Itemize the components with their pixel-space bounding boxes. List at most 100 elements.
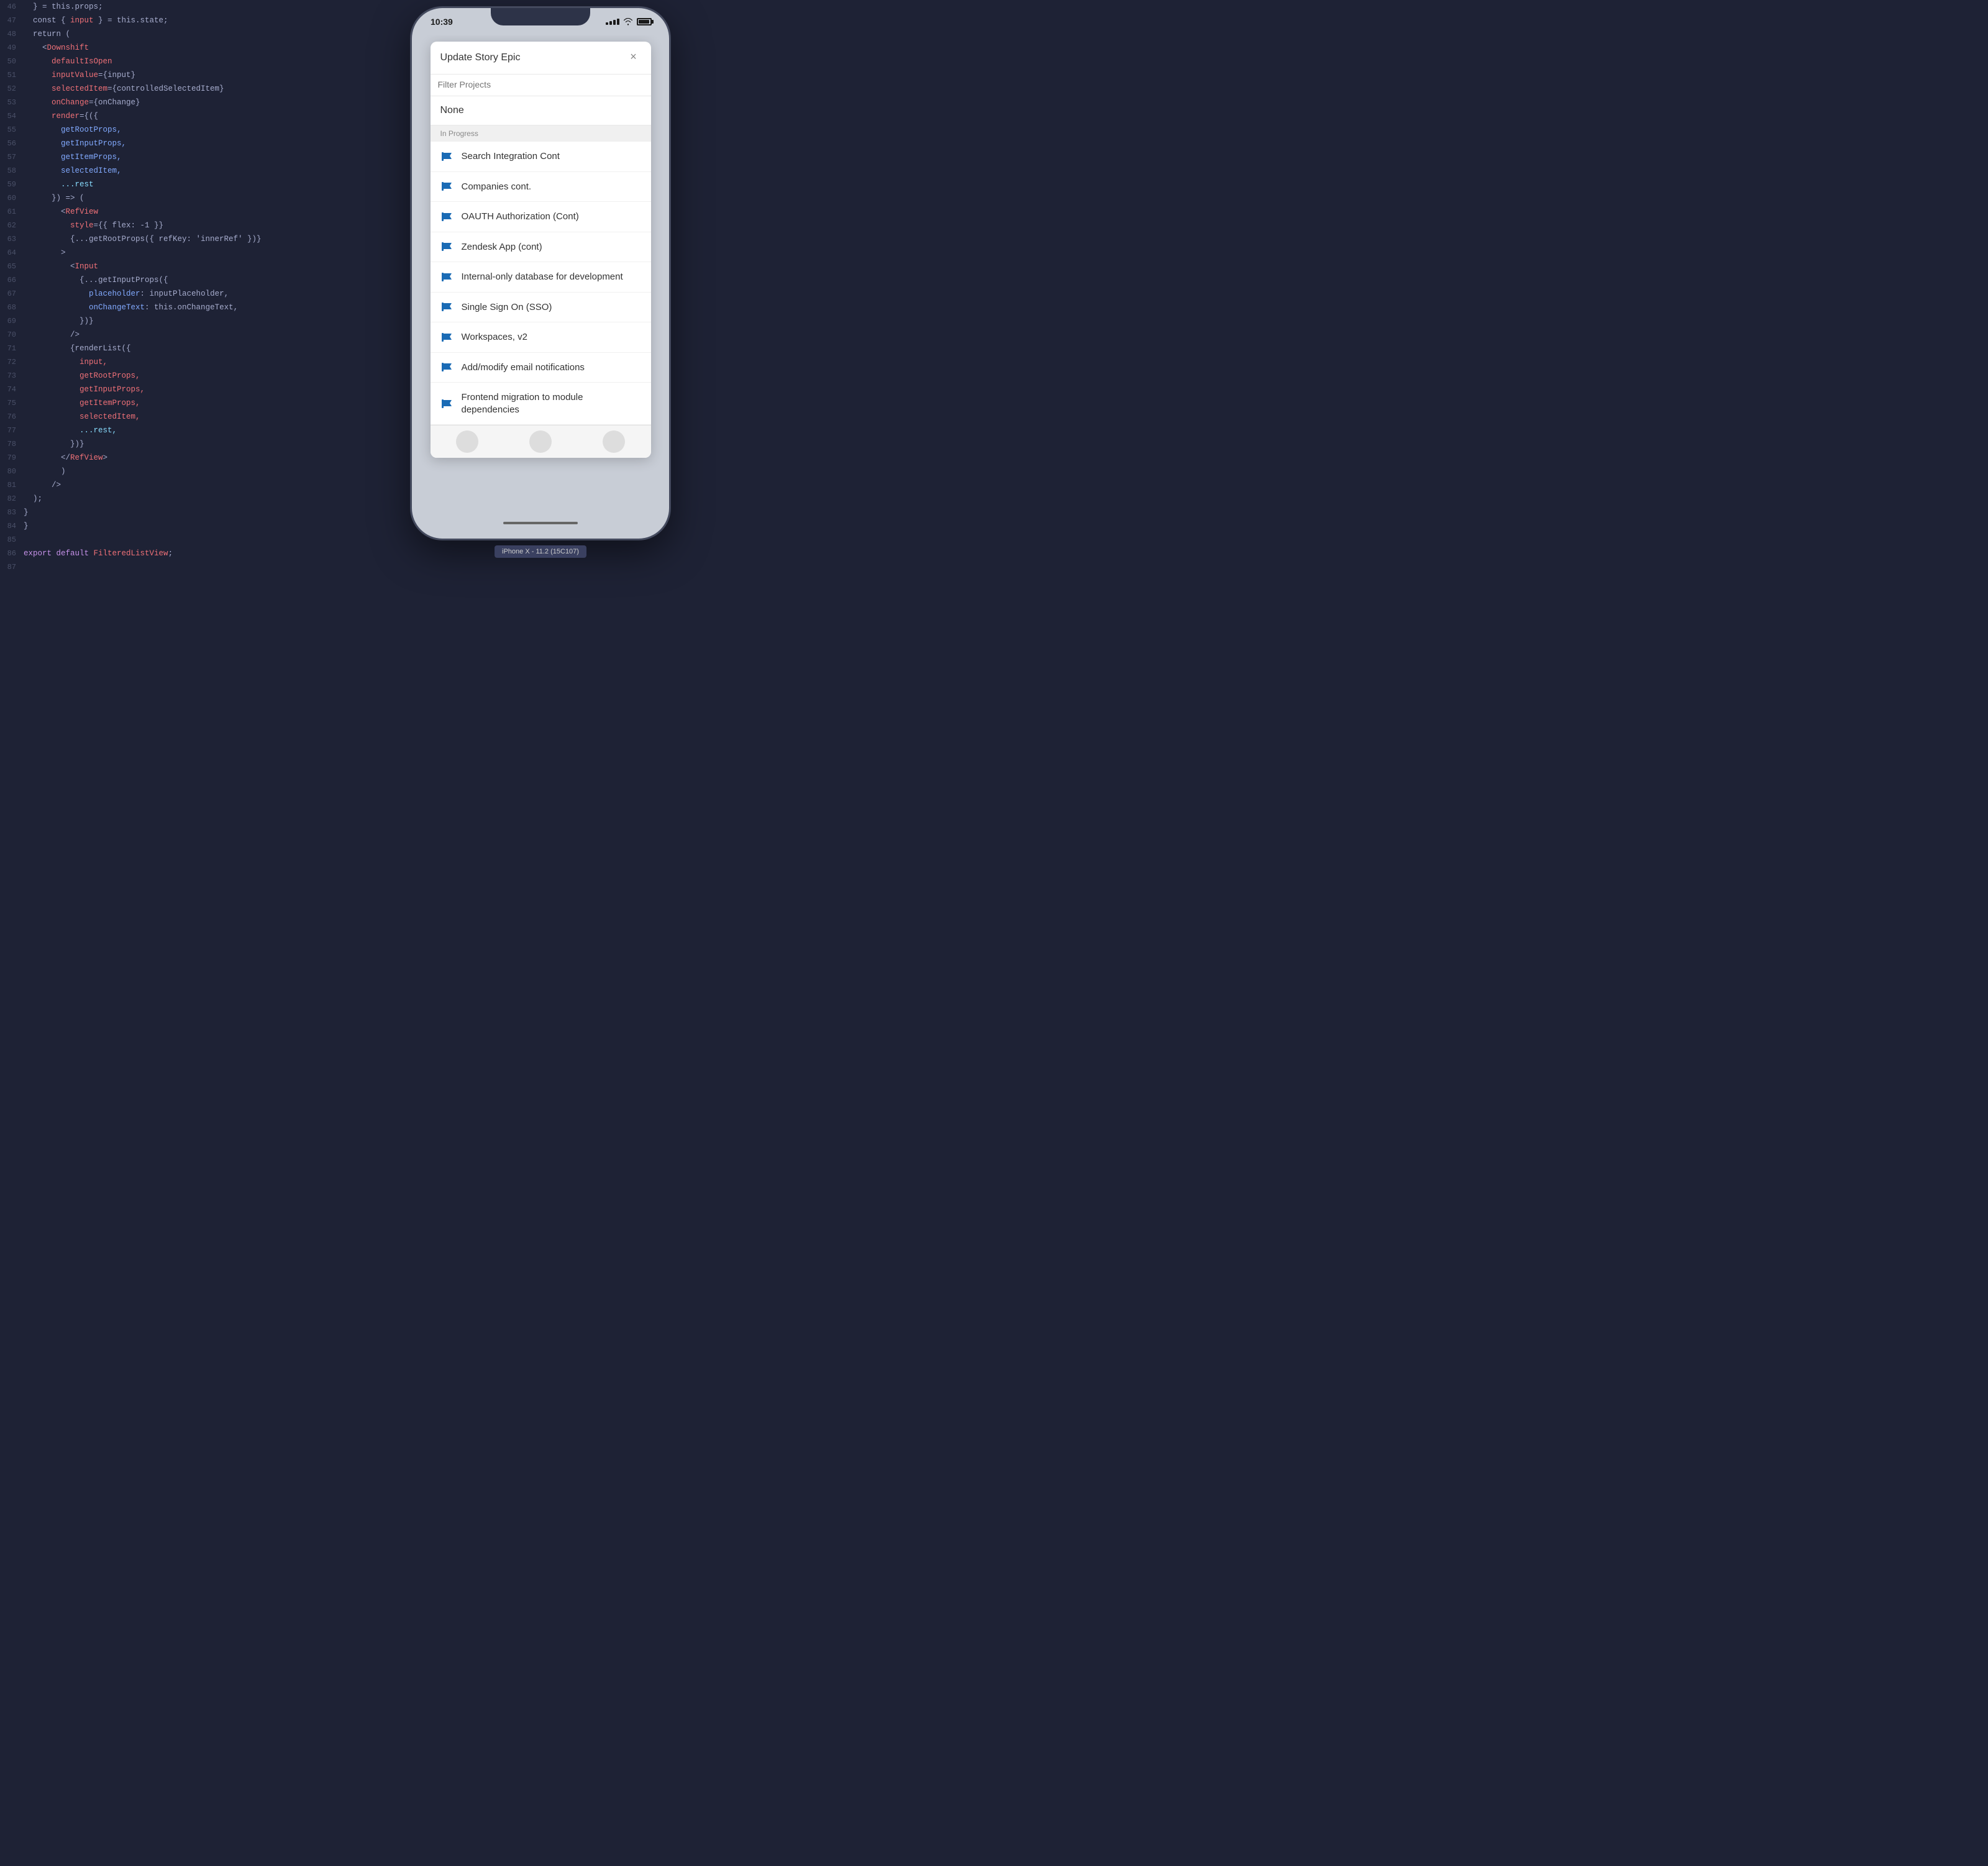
code-line: 78 })} [0,437,385,451]
code-line: 50 defaultIsOpen [0,55,385,68]
device-label: iPhone X - 11.2 (15C107) [495,545,586,558]
code-line: 85 [0,533,385,547]
phone-frame: 10:39 [410,6,671,540]
code-line: 59 ...rest [0,178,385,191]
code-line: 64 > [0,246,385,260]
code-line: 75 getItemProps, [0,396,385,410]
item-label: Frontend migration to module dependencie… [462,391,641,416]
modal-container: Update Story Epic × None In Progress [412,35,669,507]
code-line: 69 })} [0,314,385,328]
phone-bottom [412,507,669,539]
line-number: 85 [0,533,24,547]
list-item[interactable]: Single Sign On (SSO) [431,293,651,323]
code-line: 66 {...getInputProps({ [0,273,385,287]
line-number: 76 [0,410,24,424]
line-number: 77 [0,424,24,437]
line-content: > [24,246,385,260]
code-line: 67 placeholder: inputPlaceholder, [0,287,385,301]
line-content: getItemProps, [24,150,385,164]
flag-icon [440,399,454,409]
line-number: 64 [0,246,24,260]
line-number: 78 [0,437,24,451]
line-content: </RefView> [24,451,385,465]
code-line: 52 selectedItem={controlledSelectedItem} [0,82,385,96]
list-item[interactable]: Frontend migration to module dependencie… [431,383,651,425]
tab-icon-3[interactable] [603,430,625,453]
battery-icon [637,18,652,25]
line-content: selectedItem={controlledSelectedItem} [24,82,385,96]
flag-icon [440,212,454,222]
line-number: 82 [0,492,24,506]
list-item[interactable]: Workspaces, v2 [431,322,651,353]
list-item[interactable]: OAUTH Authorization (Cont) [431,202,651,232]
line-content: ...rest [24,178,385,191]
code-line: 46 } = this.props; [0,0,385,14]
phone-notch [491,8,590,25]
code-line: 55 getRootProps, [0,123,385,137]
line-number: 50 [0,55,24,68]
signal-icon [606,19,619,25]
home-indicator [503,522,578,524]
modal-search [431,75,651,96]
code-line: 80 ) [0,465,385,478]
phone-mockup: 10:39 [410,6,671,540]
list-item[interactable]: Search Integration Cont [431,142,651,172]
line-number: 66 [0,273,24,287]
code-line: 61 <RefView [0,205,385,219]
code-line: 48 return ( [0,27,385,41]
flag-icon [440,152,454,162]
flag-icon [440,332,454,342]
item-label: OAUTH Authorization (Cont) [462,211,579,223]
line-content: {...getInputProps({ [24,273,385,287]
line-content: {...getRootProps({ refKey: 'innerRef' })… [24,232,385,246]
flag-icon [440,242,454,252]
line-content: } [24,519,385,533]
line-number: 60 [0,191,24,205]
code-line: 56 getInputProps, [0,137,385,150]
code-line: 51 inputValue={input} [0,68,385,82]
line-number: 52 [0,82,24,96]
line-number: 61 [0,205,24,219]
line-number: 56 [0,137,24,150]
tab-icon-1[interactable] [456,430,478,453]
item-label: Zendesk App (cont) [462,241,542,253]
code-line: 53 onChange={onChange} [0,96,385,109]
filter-input[interactable] [438,80,644,89]
line-content: selectedItem, [24,164,385,178]
line-number: 48 [0,27,24,41]
code-line: 76 selectedItem, [0,410,385,424]
line-content: ); [24,492,385,506]
line-number: 57 [0,150,24,164]
code-line: 63 {...getRootProps({ refKey: 'innerRef'… [0,232,385,246]
line-content: render={({ [24,109,385,123]
line-content: })} [24,314,385,328]
section-header: In Progress [431,125,651,142]
tab-icon-2[interactable] [529,430,552,453]
line-number: 86 [0,547,24,560]
modal-close-button[interactable]: × [626,50,641,65]
list-item[interactable]: Internal-only database for development [431,262,651,293]
status-icons [606,18,657,25]
modal: Update Story Epic × None In Progress [431,42,651,458]
line-number: 70 [0,328,24,342]
none-item[interactable]: None [431,96,651,125]
code-line: 68 onChangeText: this.onChangeText, [0,301,385,314]
list-item[interactable]: Zendesk App (cont) [431,232,651,263]
line-content: ) [24,465,385,478]
line-content: /> [24,478,385,492]
modal-title: Update Story Epic [440,52,521,63]
line-number: 63 [0,232,24,246]
list-item[interactable]: Add/modify email notifications [431,353,651,383]
line-number: 81 [0,478,24,492]
line-number: 46 [0,0,24,14]
line-content: <Downshift [24,41,385,55]
line-content: <RefView [24,205,385,219]
item-label: Single Sign On (SSO) [462,301,552,314]
list-item[interactable]: Companies cont. [431,172,651,203]
line-content: } = this.props; [24,0,385,14]
line-number: 53 [0,96,24,109]
modal-header: Update Story Epic × [431,42,651,75]
status-time: 10:39 [424,17,453,27]
line-number: 87 [0,560,24,574]
code-line: 87 [0,560,385,574]
